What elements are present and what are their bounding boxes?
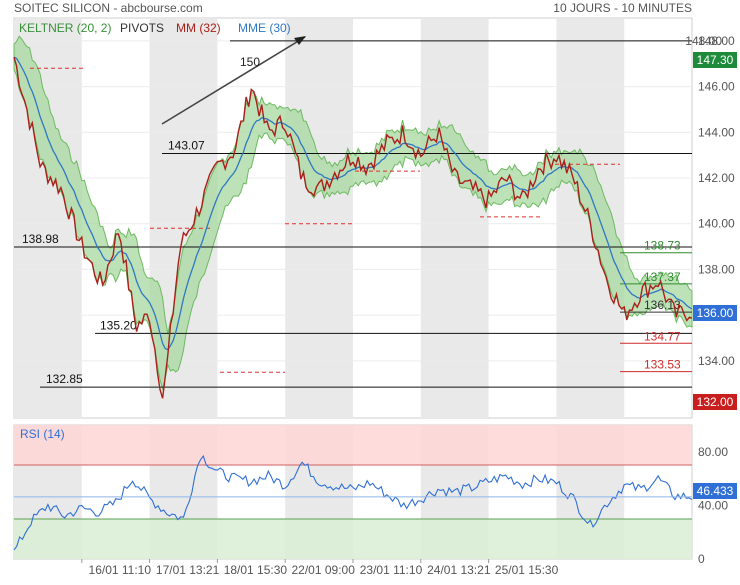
rsi-tick-label: 80.00 [698, 445, 728, 459]
price-tick-label: 140.00 [698, 217, 735, 231]
legend: KELTNER (20, 2) PIVOTS MM (32) MME (30) [19, 21, 291, 35]
rsi-tick-label: 0 [698, 552, 705, 566]
high-price-badge-text: 147.30 [697, 53, 734, 67]
rsi-panel: 0 40.00 80.00 RSI (14) [13, 424, 728, 566]
pivot-label: 133.53 [644, 358, 681, 372]
legend-mme[interactable]: MME (30) [238, 21, 291, 35]
stock-chart: 148.00 143.07 138.98 135.20 132.85 138.73 137… [0, 0, 740, 580]
rsi-current-badge-text: 46.433 [697, 484, 734, 498]
rsi-overbought-zone [14, 425, 692, 465]
chart-period: 10 JOURS - 10 MINUTES [553, 1, 692, 15]
chart-canvas: 148.00 143.07 138.98 135.20 132.85 138.73 137… [13, 1, 737, 577]
price-tick-label: 144.00 [698, 125, 735, 139]
rsi-oversold-zone [14, 519, 692, 559]
level-label: 138.98 [22, 232, 59, 246]
x-tick-label: 22/01 09:00 [291, 563, 355, 577]
level-label: 135.20 [100, 318, 137, 332]
trend-annotation: 150 [240, 55, 260, 69]
x-tick-label: 17/01 13:21 [156, 563, 220, 577]
price-tick-label: 148.00 [698, 34, 735, 48]
level-label: 143.07 [168, 139, 205, 153]
x-tick-label: 16/01 11:10 [89, 563, 152, 577]
x-tick-label: 18/01 15:30 [224, 563, 288, 577]
rsi-title: RSI (14) [20, 427, 65, 441]
price-tick-label: 134.00 [698, 354, 735, 368]
price-tick-label: 146.00 [698, 80, 735, 94]
x-tick-label: 25/01 15:30 [495, 563, 559, 577]
level-label: 132.85 [46, 372, 83, 386]
legend-keltner[interactable]: KELTNER (20, 2) [19, 21, 111, 35]
chart-title: SOITEC SILICON - abcbourse.com [14, 1, 203, 15]
pivot-label: 138.73 [644, 239, 681, 253]
rsi-y-axis: 0 40.00 80.00 [698, 445, 728, 566]
legend-mm[interactable]: MM (32) [176, 21, 221, 35]
pivot-label: 134.77 [644, 329, 681, 343]
price-panel: 148.00 143.07 138.98 135.20 132.85 138.73 137… [13, 17, 735, 419]
price-tick-label: 142.00 [698, 171, 735, 185]
price-tick-label: 138.00 [698, 262, 735, 276]
rsi-tick-label: 40.00 [698, 498, 728, 512]
pivot-label: 137.37 [644, 270, 681, 284]
x-tick-label: 23/01 11:10 [360, 563, 423, 577]
session-shade [285, 19, 353, 418]
session-shade [420, 19, 489, 418]
low-price-badge-text: 132.00 [697, 395, 734, 409]
x-axis: 16/01 11:10 17/01 13:21 18/01 15:30 22/01 0… [81, 559, 559, 577]
current-price-badge-text: 136.00 [697, 306, 734, 320]
x-tick-label: 24/01 13:21 [427, 563, 491, 577]
legend-pivots[interactable]: PIVOTS [120, 21, 164, 35]
